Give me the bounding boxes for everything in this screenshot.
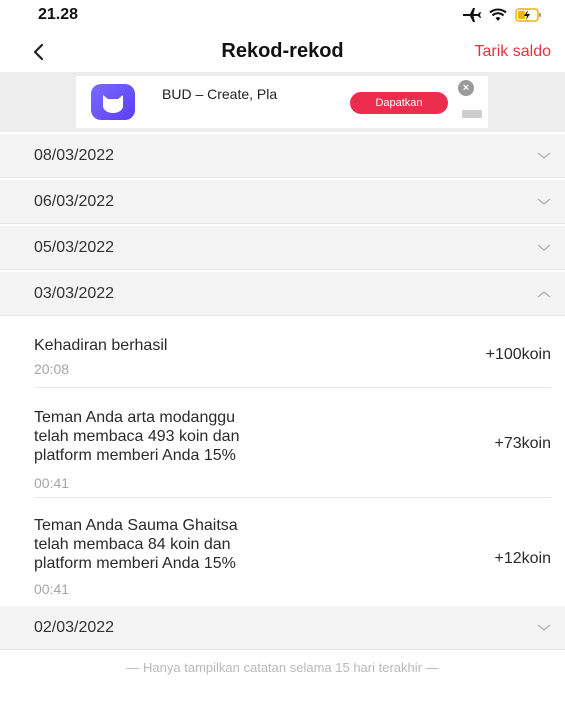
date-group-row-expanded[interactable]: 03/03/2022 [0, 272, 565, 316]
status-time: 21.28 [38, 6, 79, 23]
status-bar: 21.28 [0, 0, 565, 30]
withdraw-balance-link[interactable]: Tarik saldo [475, 43, 551, 61]
date-label: 03/03/2022 [34, 284, 115, 302]
date-label: 06/03/2022 [34, 192, 115, 210]
record-amount: +73koin [494, 435, 552, 452]
ad-banner: BUD – Create, Pla Dapatkan × [0, 72, 565, 132]
chevron-down-icon [537, 152, 551, 159]
app-logo-icon [91, 84, 135, 120]
record-item: Teman Anda arta modanggu telah membaca 4… [34, 408, 551, 498]
date-label: 08/03/2022 [34, 146, 115, 164]
ad-app-name: BUD – Create, Pla [162, 86, 278, 102]
record-item: Kehadiran berhasil 20:08 +100koin [34, 336, 551, 388]
date-label: 02/03/2022 [34, 618, 115, 636]
record-description-line: Teman Anda arta modanggu [34, 409, 236, 426]
record-description-line: platform memberi Anda 15% [34, 447, 236, 464]
record-amount: +12koin [494, 550, 552, 567]
wifi-icon [489, 8, 507, 21]
ad-box[interactable]: BUD – Create, Pla Dapatkan × [76, 76, 488, 128]
record-time: 00:41 [34, 581, 70, 597]
record-time: 20:08 [34, 361, 70, 377]
record-description-line: Teman Anda Sauma Ghaitsa [34, 517, 238, 534]
date-group-row[interactable]: 06/03/2022 [0, 180, 565, 224]
date-label: 05/03/2022 [34, 238, 115, 256]
chevron-down-icon [537, 624, 551, 631]
record-amount: +100koin [485, 346, 551, 363]
record-description-line: telah membaca 84 koin dan [34, 536, 231, 553]
battery-charging-icon [515, 8, 541, 22]
date-group-row[interactable]: 08/03/2022 [0, 134, 565, 178]
date-group-row[interactable]: 02/03/2022 [0, 606, 565, 650]
airplane-icon [463, 8, 481, 22]
get-app-button[interactable]: Dapatkan [350, 92, 448, 114]
record-item: Teman Anda Sauma Ghaitsa telah membaca 8… [34, 516, 551, 604]
history-limit-note: — Hanya tampilkan catatan selama 15 hari… [126, 660, 439, 675]
record-description-line: telah membaca 493 koin dan [34, 428, 240, 445]
chevron-down-icon [537, 244, 551, 251]
ad-tag [462, 110, 482, 118]
nav-bar: Rekod-rekod Tarik saldo [0, 30, 565, 74]
record-description: Kehadiran berhasil [34, 337, 168, 354]
record-time: 00:41 [34, 475, 70, 491]
close-ad-icon[interactable]: × [458, 80, 474, 96]
chevron-down-icon [537, 198, 551, 205]
date-group-row[interactable]: 05/03/2022 [0, 226, 565, 270]
record-description-line: platform memberi Anda 15% [34, 555, 236, 572]
status-icons [463, 8, 543, 22]
chevron-up-icon [537, 290, 551, 297]
